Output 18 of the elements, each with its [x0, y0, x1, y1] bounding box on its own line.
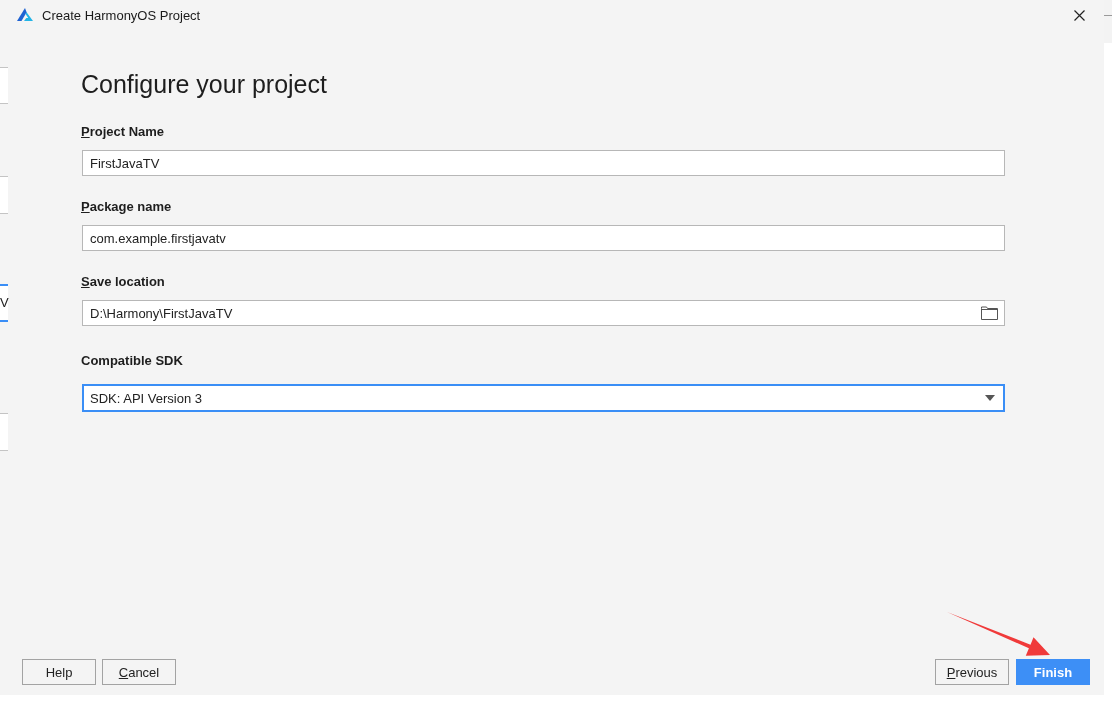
triangle-logo-icon	[17, 8, 33, 22]
field-label: Compatible SDK	[81, 353, 183, 369]
input-field[interactable]: FirstJavaTV	[82, 150, 1005, 176]
dialog-button[interactable]: Help	[22, 659, 96, 685]
dialog-button[interactable]: Cancel	[102, 659, 176, 685]
window-title: Create HarmonyOS Project	[42, 7, 201, 23]
page-heading: Configure your project	[81, 69, 327, 99]
field-label: Package name	[81, 199, 172, 215]
close-icon[interactable]	[1074, 9, 1085, 21]
input-field: V	[0, 284, 8, 322]
input-field[interactable]: com.example.firstjavatv	[82, 225, 1005, 251]
input-field[interactable]: D:\Harmony\FirstJavaTV	[82, 300, 1005, 326]
field-label: Project Name	[81, 124, 165, 140]
folder-icon[interactable]	[981, 306, 998, 320]
field-label: Save location	[81, 274, 165, 290]
dialog-button[interactable]: Previous	[935, 659, 1009, 685]
dropdown[interactable]: SDK: API Version 3	[82, 384, 1005, 412]
caret-icon	[985, 395, 995, 401]
